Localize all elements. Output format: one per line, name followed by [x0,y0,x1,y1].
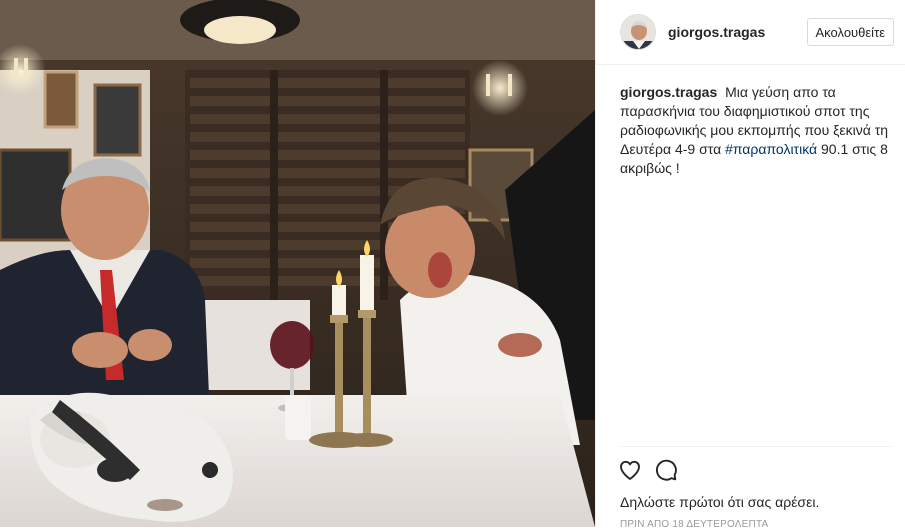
post-header: giorgos.tragas Ακολουθείτε [596,0,905,65]
hashtag-link[interactable]: #παραπολιτικά [725,141,817,157]
like-button[interactable] [614,454,646,486]
post-actions [614,455,686,485]
post-timestamp[interactable]: ΠΡΙΝ ΑΠΟ 18 ΔΕΥΤΕΡΟΛΕΠΤΑ [620,519,768,530]
following-button[interactable]: Ακολουθείτε [806,18,894,46]
post-side-panel: giorgos.tragas Ακολουθείτε giorgos.traga… [595,0,905,530]
caption-username-link[interactable]: giorgos.tragas [620,84,717,100]
restaurant-scene-image [0,0,595,527]
comment-icon [655,459,677,481]
instagram-post: giorgos.tragas Ακολουθείτε giorgos.traga… [0,0,905,530]
divider [620,446,892,447]
like-link[interactable]: σας αρέσει [748,494,816,510]
profile-photo-icon [621,15,655,49]
likes-prefix: Δηλώστε πρώτοι ότι [620,494,744,510]
heart-icon [620,460,640,480]
username-link[interactable]: giorgos.tragas [668,24,807,40]
likes-suffix: . [815,494,820,510]
post-caption: giorgos.tragas Μια γεύση απο τα παρασκήν… [620,83,892,178]
likes-line: Δηλώστε πρώτοι ότι σας αρέσει. [620,494,819,510]
avatar[interactable] [620,14,656,50]
comment-button[interactable] [650,454,682,486]
post-photo[interactable] [0,0,595,527]
